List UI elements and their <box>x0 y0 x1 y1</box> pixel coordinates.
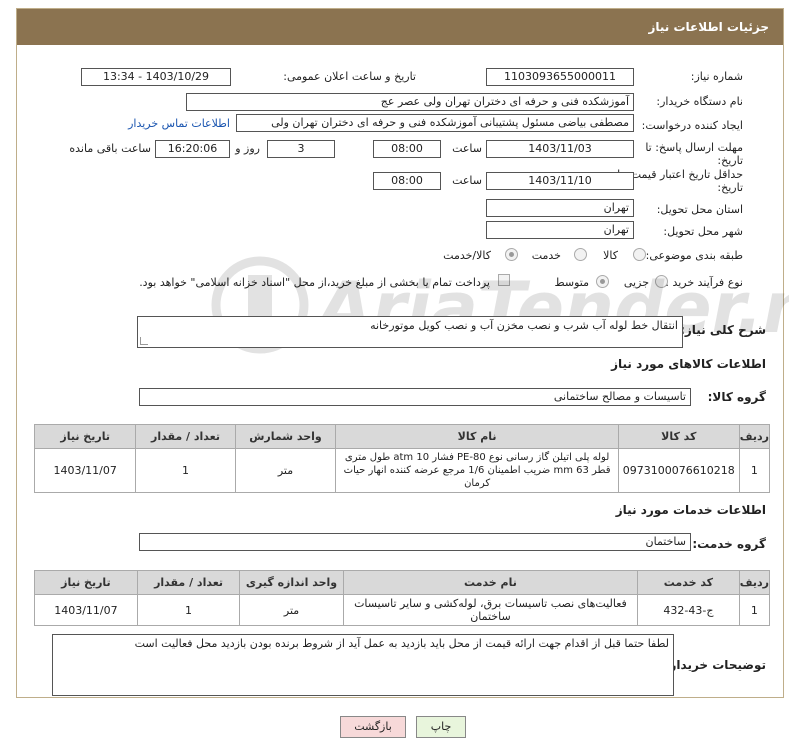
goods-group-field[interactable]: تاسیسات و مصالح ساختمانی <box>139 388 691 406</box>
services-col-unit: واحد اندازه گیری <box>239 570 344 595</box>
city-label: شهر محل تحویل: <box>663 225 743 238</box>
remaining-time-field[interactable]: 16:20:06 <box>155 140 230 158</box>
validity-time-field[interactable]: 08:00 <box>373 172 441 190</box>
description-textarea[interactable]: انتقال خط لوله آب شرب و نصب مخزن آب و نص… <box>137 316 683 348</box>
buyer-contact-link[interactable]: اطلاعات تماس خریدار <box>128 117 230 130</box>
services-col-qty: تعداد / مقدار <box>136 570 241 595</box>
services-col-name: نام خدمت <box>342 570 639 595</box>
announce-field[interactable]: 1403/10/29 - 13:34 <box>81 68 231 86</box>
category-option-goods-service: کالا/خدمت <box>443 249 491 262</box>
panel-title: جزئیات اطلاعات نیاز <box>17 9 783 45</box>
goods-col-name: نام کالا <box>335 424 619 449</box>
days-label: روز و <box>235 142 260 155</box>
table-row[interactable]: 1 ج-43-432 فعالیت‌های نصب تاسیسات برق، ل… <box>34 594 771 626</box>
creator-label: ایجاد کننده درخواست: <box>641 119 743 132</box>
goods-col-qty: تعداد / مقدار <box>135 424 236 449</box>
services-cell-date: 1403/11/07 <box>34 594 138 626</box>
services-cell-name: فعالیت‌های نصب تاسیسات برق، لوله‌کشی و س… <box>342 594 639 626</box>
process-radio-minor[interactable] <box>655 275 668 288</box>
goods-section-title: اطلاعات کالاهای مورد نیاز <box>611 357 766 371</box>
province-label: استان محل تحویل: <box>656 203 743 216</box>
services-col-code: کد خدمت <box>637 570 740 595</box>
validity-date-field[interactable]: 1403/11/10 <box>486 172 634 190</box>
process-option-minor: جزیی <box>623 276 649 289</box>
description-label: شرح کلی نیاز: <box>680 323 766 337</box>
validity-label-2: تاریخ: <box>717 181 743 194</box>
category-label: طبقه بندی موضوعی: <box>645 249 743 262</box>
treasury-checkbox[interactable] <box>498 274 510 286</box>
validity-label: حداقل تاریخ اعتبار قیمت: تا <box>617 168 743 181</box>
services-section-title: اطلاعات خدمات مورد نیاز <box>615 503 766 517</box>
need-number-field[interactable]: 1103093655000011 <box>486 68 634 86</box>
buyer-org-field[interactable]: آموزشکده فنی و حرفه ای دختران تهران ولی … <box>186 93 634 111</box>
goods-cell-name: لوله پلی اتیلن گاز رسانی نوع PE-80 فشار … <box>335 448 619 493</box>
city-field[interactable]: تهران <box>486 221 634 239</box>
buyer-notes-textarea[interactable]: لطفا حتما قبل از اقدام جهت ارائه قیمت از… <box>52 634 674 696</box>
need-number-label: شماره نیاز: <box>690 70 743 83</box>
goods-cell-code: 0973100076610218 <box>617 448 740 493</box>
services-col-date: تاریخ نیاز <box>34 570 138 595</box>
back-button[interactable]: بازگشت <box>340 716 406 738</box>
reply-deadline-label: مهلت ارسال پاسخ: تا <box>645 141 743 154</box>
goods-col-date: تاریخ نیاز <box>33 424 137 449</box>
services-group-label: گروه خدمت: <box>692 537 766 551</box>
goods-cell-unit: متر <box>234 448 337 493</box>
category-radio-goods-service[interactable] <box>505 248 518 261</box>
goods-col-row: ردیف <box>738 424 771 449</box>
process-radio-medium[interactable] <box>596 275 609 288</box>
services-cell-qty: 1 <box>136 594 241 626</box>
table-row[interactable]: 1 0973100076610218 لوله پلی اتیلن گاز رس… <box>33 448 771 493</box>
reply-date-field[interactable]: 1403/11/03 <box>486 140 634 158</box>
category-radio-goods[interactable] <box>633 248 646 261</box>
print-button[interactable]: چاپ <box>416 716 466 738</box>
services-table: ردیف کد خدمت نام خدمت واحد اندازه گیری ت… <box>34 570 771 626</box>
goods-col-code: کد کالا <box>617 424 740 449</box>
resize-grip-icon[interactable] <box>140 337 148 345</box>
services-group-field[interactable]: ساختمان <box>139 533 691 551</box>
process-label: نوع فرآیند خرید : <box>665 276 743 289</box>
goods-col-unit: واحد شمارش <box>234 424 337 449</box>
goods-group-label: گروه کالا: <box>707 390 766 404</box>
creator-field[interactable]: مصطفی بیاضی مسئول پشتیبانی آموزشکده فنی … <box>236 114 634 132</box>
goods-table: ردیف کد کالا نام کالا واحد شمارش تعداد /… <box>33 424 771 493</box>
services-cell-code: ج-43-432 <box>637 594 740 626</box>
services-col-row: ردیف <box>738 570 771 595</box>
category-option-service: خدمت <box>531 249 561 262</box>
category-radio-service[interactable] <box>574 248 587 261</box>
goods-cell-date: 1403/11/07 <box>33 448 137 493</box>
validity-time-label: ساعت <box>452 174 482 187</box>
remaining-label: ساعت باقی مانده <box>69 142 151 155</box>
reply-time-field[interactable]: 08:00 <box>373 140 441 158</box>
buyer-org-label: نام دستگاه خریدار: <box>656 95 743 108</box>
treasury-note: پرداخت تمام یا بخشی از مبلغ خرید،از محل … <box>139 276 490 289</box>
services-cell-unit: متر <box>239 594 344 626</box>
goods-cell-row: 1 <box>738 448 771 493</box>
days-field[interactable]: 3 <box>267 140 335 158</box>
category-option-goods: کالا <box>603 249 618 262</box>
announce-label: تاریخ و ساعت اعلان عمومی: <box>283 70 416 83</box>
reply-time-label: ساعت <box>452 142 482 155</box>
buyer-notes-label: توضیحات خریدار: <box>664 658 766 672</box>
services-cell-row: 1 <box>738 594 771 626</box>
reply-deadline-label-2: تاریخ: <box>717 154 743 167</box>
province-field[interactable]: تهران <box>486 199 634 217</box>
process-option-medium: متوسط <box>554 276 589 289</box>
goods-cell-qty: 1 <box>135 448 236 493</box>
